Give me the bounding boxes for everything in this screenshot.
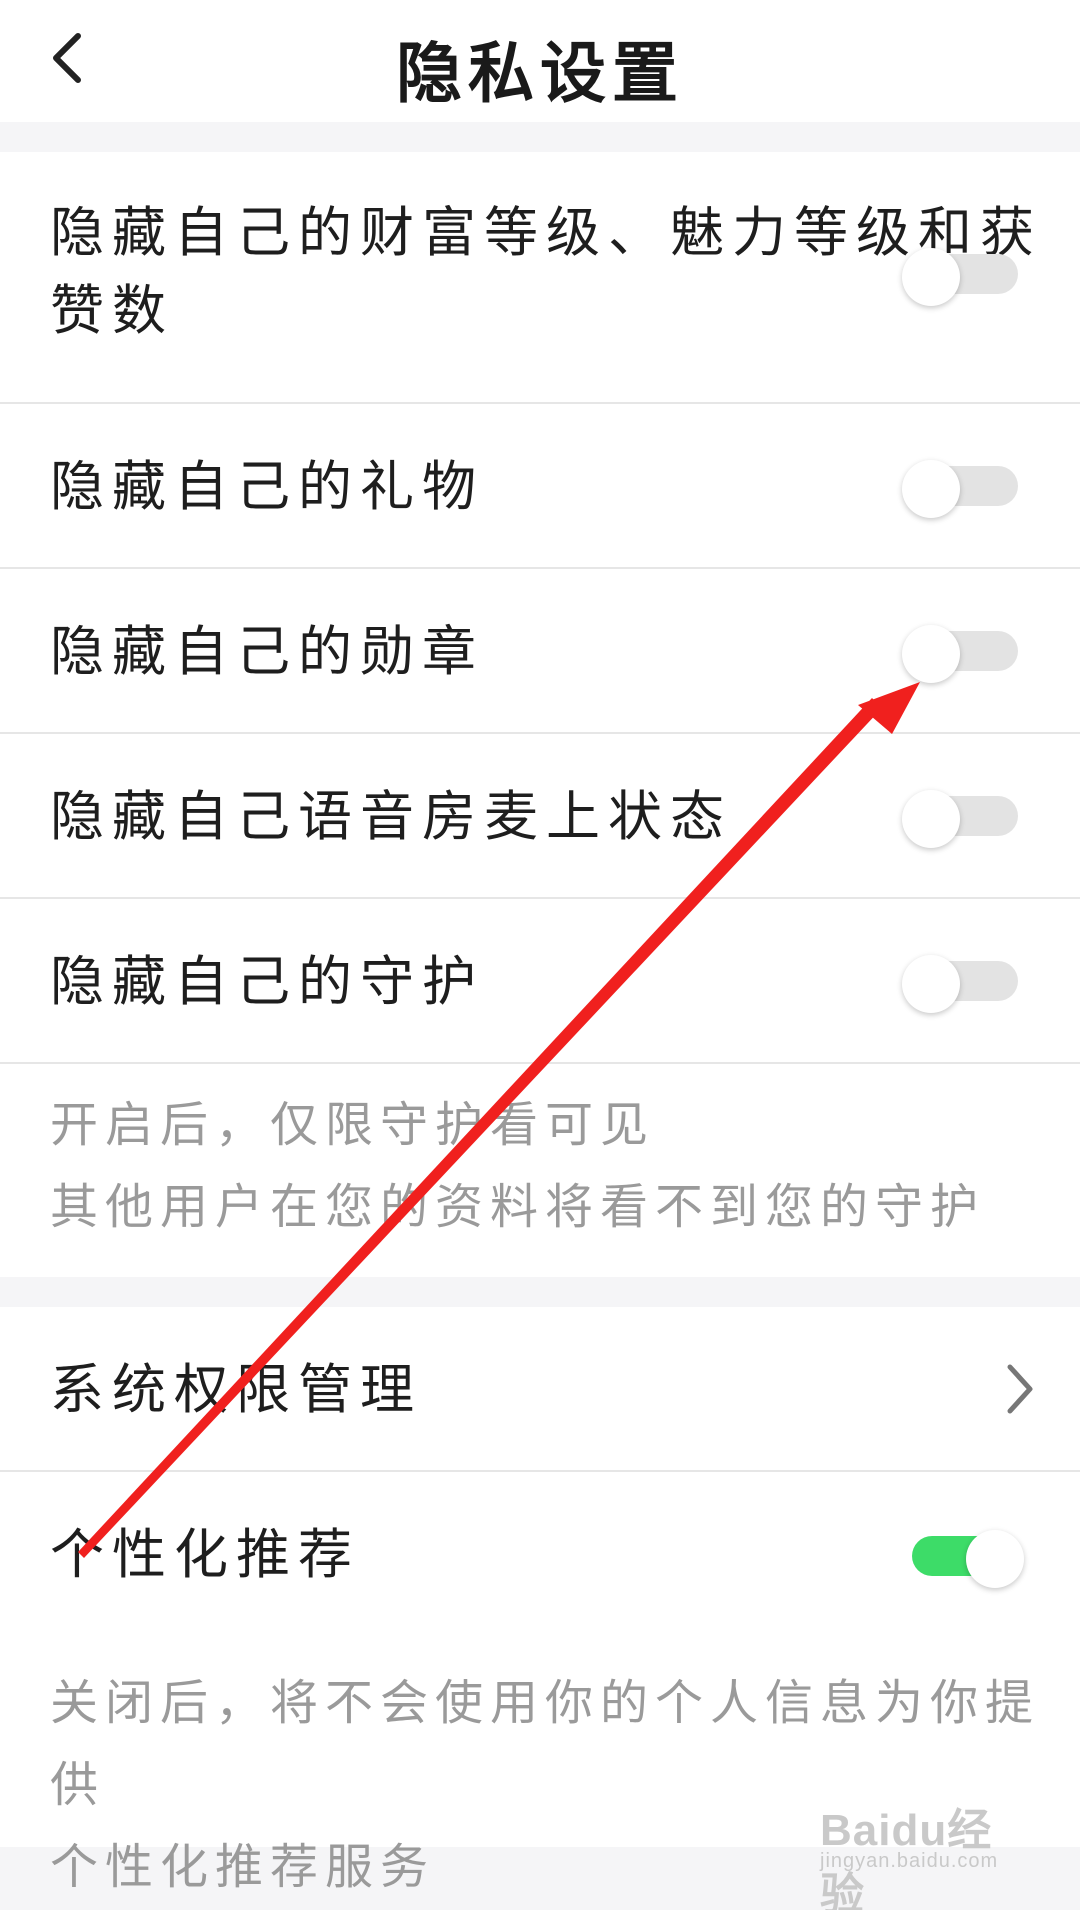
setting-label: 隐藏自己语音房麦上状态 (50, 785, 732, 848)
toggle-knob (902, 625, 960, 683)
note-line: 开启后，仅限守护看可见 (50, 1097, 656, 1153)
privacy-toggles-card: 隐藏自己的财富等级、魅力等级和获 赞数 隐藏自己的礼物 隐藏自己的勋章 隐藏自己… (0, 152, 1080, 1277)
setting-label: 隐藏自己的财富等级、魅力等级和获 赞数 (50, 194, 1042, 350)
setting-row-system-permissions[interactable]: 系统权限管理 (0, 1307, 1080, 1472)
toggle-switch-off[interactable] (902, 790, 1018, 848)
toggle-switch-off[interactable] (902, 248, 1018, 306)
toggle-knob (966, 1530, 1024, 1588)
setting-label: 系统权限管理 (50, 1358, 422, 1421)
baidu-jingyan-watermark: Baidu经验 jingyan.baidu.com (820, 1790, 1030, 1910)
setting-row-hide-gifts[interactable]: 隐藏自己的礼物 (0, 404, 1080, 569)
system-settings-card: 系统权限管理 个性化推荐 关闭后，将不会使用你的个人信息为你提供 个性化推荐服务 (0, 1307, 1080, 1895)
setting-row-hide-voice-room-status[interactable]: 隐藏自己语音房麦上状态 (0, 734, 1080, 899)
setting-label: 个性化推荐 (50, 1523, 360, 1586)
setting-row-hide-guardian[interactable]: 隐藏自己的守护 (0, 899, 1080, 1064)
toggle-knob (902, 248, 960, 306)
toggle-switch-off[interactable] (902, 460, 1018, 518)
setting-label-line1: 隐藏自己的财富等级、魅力等级和获 (50, 201, 1042, 264)
setting-label: 隐藏自己的守护 (50, 950, 484, 1013)
setting-label: 隐藏自己的勋章 (50, 620, 484, 683)
setting-row-hide-badges[interactable]: 隐藏自己的勋章 (0, 569, 1080, 734)
setting-label: 隐藏自己的礼物 (50, 455, 484, 518)
top-bar: 隐私设置 (0, 0, 1080, 122)
toggle-knob (902, 460, 960, 518)
chevron-right-icon (1007, 1364, 1033, 1414)
toggle-switch-on[interactable] (912, 1530, 1028, 1588)
toggle-knob (902, 955, 960, 1013)
watermark-url: jingyan.baidu.com (820, 1850, 999, 1872)
setting-label-line2: 赞数 (50, 279, 174, 342)
toggle-knob (902, 790, 960, 848)
toggle-switch-off[interactable] (902, 625, 1018, 683)
guardian-note: 开启后，仅限守护看可见 其他用户在您的资料将看不到您的守护 (50, 1084, 985, 1248)
page-title: 隐私设置 (396, 34, 684, 112)
setting-row-hide-wealth-level[interactable]: 隐藏自己的财富等级、魅力等级和获 赞数 (0, 152, 1080, 404)
note-line: 其他用户在您的资料将看不到您的守护 (50, 1179, 986, 1235)
toggle-switch-off[interactable] (902, 955, 1018, 1013)
setting-row-personalized-recommendation[interactable]: 个性化推荐 (0, 1472, 1080, 1637)
